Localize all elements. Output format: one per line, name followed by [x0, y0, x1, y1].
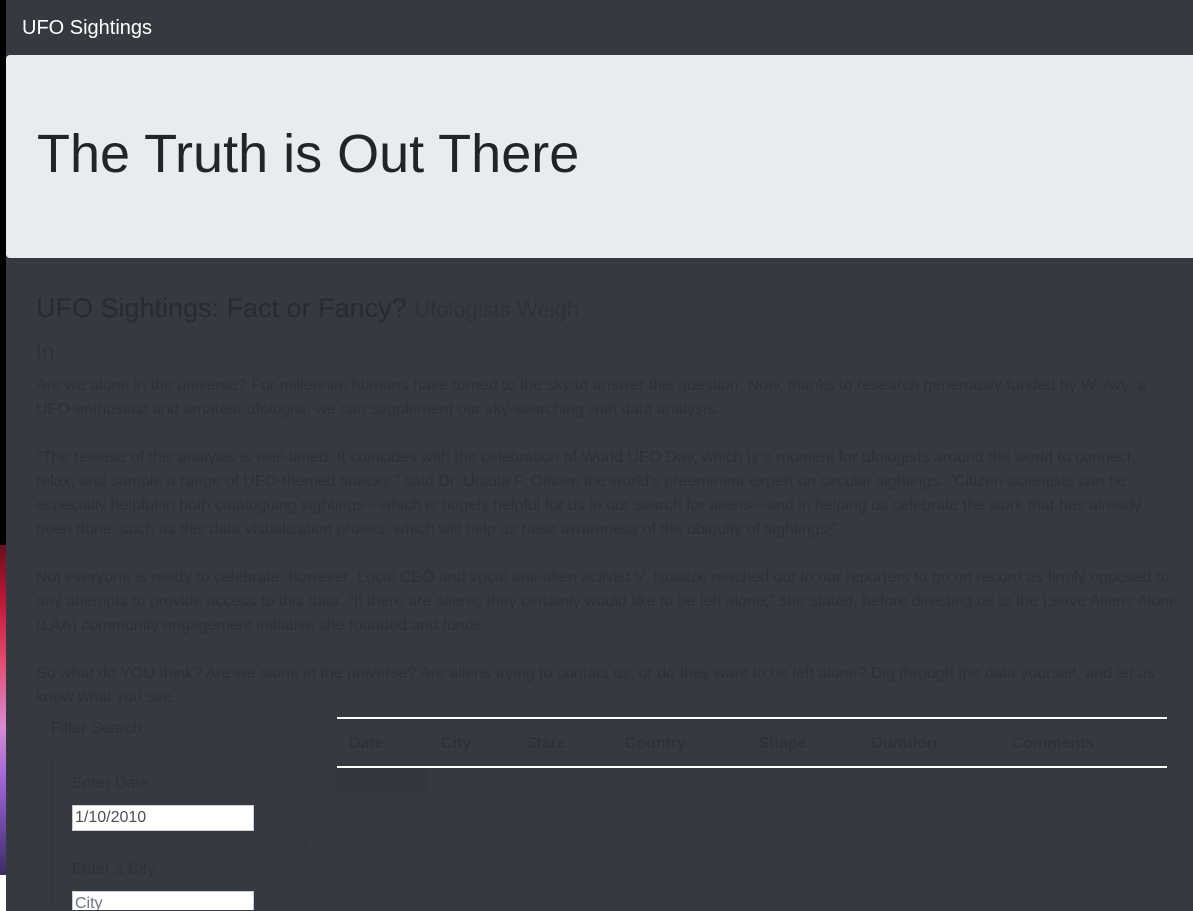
city-filter-label: Enter a City — [72, 861, 156, 878]
article-title-main: UFO Sightings: Fact or Fancy? — [36, 293, 407, 323]
city-column-header: City — [428, 717, 514, 768]
city-filter-input[interactable] — [72, 891, 254, 911]
top-navbar: UFO Sightings — [6, 0, 1193, 55]
hero-title: The Truth is Out There — [37, 124, 580, 184]
country-column-header: Country — [612, 717, 747, 768]
filter-item-date: Enter Date — [52, 759, 306, 845]
empty-table-cell — [337, 768, 429, 792]
date-filter-input[interactable] — [72, 805, 254, 831]
shape-column-header: Shape — [746, 717, 860, 768]
navbar-brand-link[interactable]: UFO Sightings — [22, 18, 152, 38]
date-column-header: Date — [337, 717, 429, 768]
table-header-row: Date City State Country Shape Duration C… — [337, 717, 1167, 768]
date-filter-label: Enter Date — [72, 775, 149, 792]
sightings-table-section: Date City State Country Shape Duration C… — [337, 717, 1167, 792]
filter-search-panel: Filter Search Enter Date Enter a City — [51, 718, 311, 911]
filter-list: Enter Date Enter a City — [51, 758, 307, 911]
article-paragraph-3: Not everyone is ready to celebrate, howe… — [36, 569, 1178, 634]
ufo-sightings-page: UFO Sightings The Truth is Out There UFO… — [6, 0, 1193, 911]
article-section: UFO Sightings: Fact or Fancy? Ufologists… — [36, 288, 1178, 734]
filter-item-city: Enter a City — [52, 845, 306, 911]
article-paragraph-1: Are we alone in the universe? For millen… — [36, 377, 1147, 418]
duration-column-header: Duration — [859, 717, 1000, 768]
table-header: Date City State Country Shape Duration C… — [337, 717, 1167, 768]
state-column-header: State — [513, 717, 613, 768]
filter-search-title: Filter Search — [51, 720, 142, 737]
comments-column-header: Comments — [999, 717, 1167, 768]
article-body: Are we alone in the universe? For millen… — [36, 374, 1178, 710]
sightings-table: Date City State Country Shape Duration C… — [337, 717, 1167, 768]
article-paragraph-4: So what do YOU think? Are we alone in th… — [36, 665, 1155, 706]
article-title: UFO Sightings: Fact or Fancy? Ufologists… — [36, 288, 596, 372]
article-paragraph-2: "The release of this analysis is well-ti… — [36, 449, 1142, 538]
